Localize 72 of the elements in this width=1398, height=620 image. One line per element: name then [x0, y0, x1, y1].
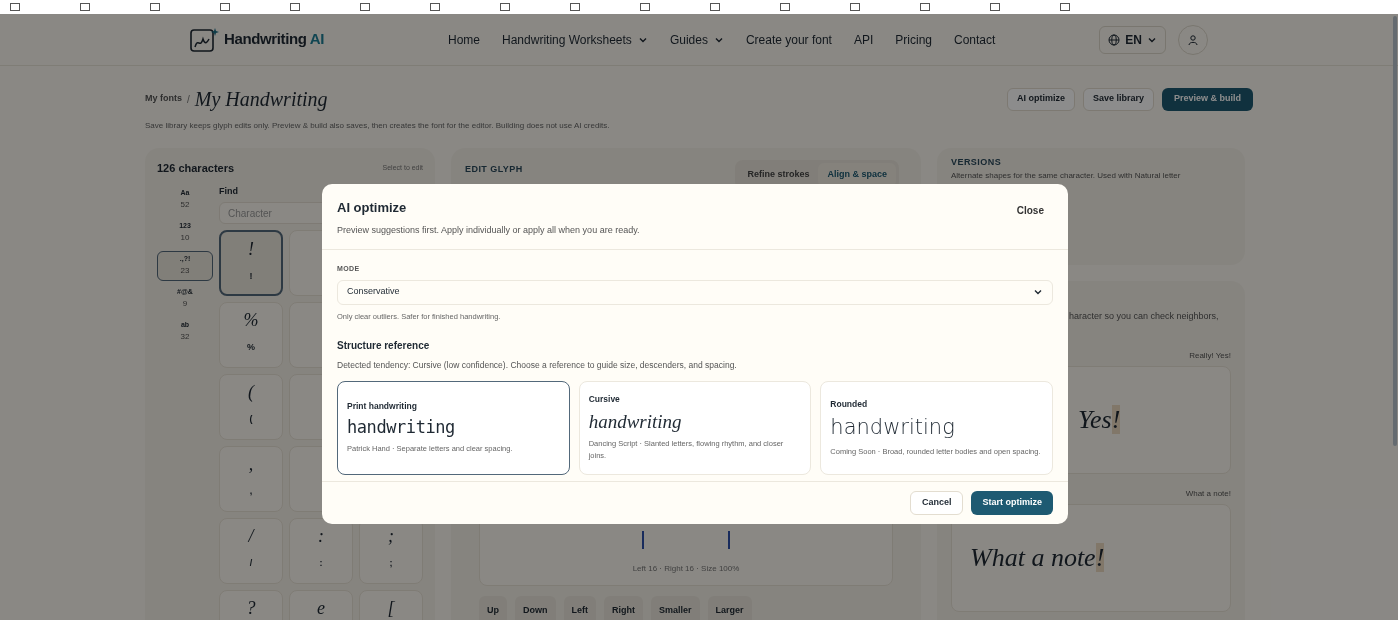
logo-icon	[190, 26, 220, 53]
folder-icon[interactable]	[80, 3, 90, 11]
user-icon	[1187, 33, 1199, 46]
structure-title: Structure reference	[337, 338, 431, 353]
mode-tab[interactable]: Refine strokes	[738, 163, 819, 187]
nudge-button[interactable]: Larger	[707, 596, 752, 620]
versions-description: Alternate shapes for the same character. Used with Natural letter	[951, 170, 1182, 181]
nav-link[interactable]: Create your font	[745, 30, 832, 49]
folder-icon[interactable]	[570, 3, 580, 11]
folder-icon[interactable]	[10, 3, 20, 11]
character-tile[interactable]: ! !	[219, 230, 283, 296]
mode-tab[interactable]: Align & space	[818, 163, 896, 187]
folder-icon[interactable]	[710, 3, 720, 11]
close-button[interactable]: Close	[1016, 203, 1044, 218]
folder-icon[interactable]	[290, 3, 300, 11]
character-tile[interactable]: ?	[219, 590, 283, 620]
nav-link[interactable]: API	[853, 30, 874, 49]
toolbar-button[interactable]: AI optimize	[1006, 87, 1075, 111]
section-label: EDIT GLYPH	[465, 163, 523, 176]
folder-icon[interactable]	[920, 3, 930, 11]
mode-select[interactable]: Conservative	[337, 279, 1053, 305]
character-tile[interactable]: % %	[219, 302, 283, 368]
chevron-down-icon	[1033, 287, 1043, 297]
character-tile[interactable]: ( (	[219, 374, 283, 440]
nav-link[interactable]: Pricing	[895, 30, 932, 49]
nudge-button[interactable]: Smaller	[651, 596, 700, 620]
nav-link[interactable]: Handwriting Worksheets	[502, 30, 648, 49]
section-label: VERSIONS	[951, 156, 1003, 169]
toolbar-note: Save library keeps glyph edits only. Preview & build also saves, then creates the font for the editor. Building does not use AI credits.	[145, 120, 611, 132]
folder-icon[interactable]	[780, 3, 790, 11]
cancel-button[interactable]: Cancel	[909, 491, 964, 515]
nav-link[interactable]: Home	[448, 30, 481, 49]
sample-caption: What a note!	[1185, 487, 1231, 500]
nudge-button[interactable]: Up	[479, 596, 507, 620]
character-tile[interactable]: : :	[289, 518, 353, 584]
logo-text[interactable]: Handwriting AI	[224, 28, 325, 51]
dialog-subtitle: Preview suggestions first. Apply individually or apply all when you are ready.	[337, 223, 640, 237]
folder-icon[interactable]	[640, 3, 650, 11]
folder-icon[interactable]	[500, 3, 510, 11]
character-tile[interactable]: e	[289, 590, 353, 620]
globe-icon	[1108, 33, 1121, 46]
scrollbar-thumb[interactable]	[1393, 16, 1397, 446]
character-tile[interactable]: , ,	[219, 446, 283, 512]
folder-icon[interactable]	[850, 3, 860, 11]
language-button[interactable]: EN	[1099, 25, 1166, 54]
folder-icon[interactable]	[1060, 3, 1070, 11]
glyph-metrics: Left 16 · Right 16 · Size 100%	[632, 563, 740, 575]
folder-icon[interactable]	[360, 3, 370, 11]
nudge-button[interactable]: Down	[515, 596, 556, 620]
folder-icon[interactable]	[990, 3, 1000, 11]
folder-icon[interactable]	[220, 3, 230, 11]
nav-link[interactable]: Contact	[954, 30, 996, 49]
breadcrumb-separator: /	[187, 92, 190, 107]
preview-description: haracter so you can check neighbors,	[1068, 310, 1220, 323]
character-tile[interactable]: [	[359, 590, 423, 620]
right-bearing-line	[728, 531, 730, 549]
find-label: Find	[219, 184, 239, 198]
nudge-button[interactable]: Left	[563, 596, 596, 620]
font-title: My Handwriting	[194, 87, 328, 113]
structure-description: Detected tendency: Cursive (low confidence). Choose a reference to guide size, descenders, and spacing.	[337, 358, 738, 372]
dialog-title: AI optimize	[337, 199, 408, 217]
sample-caption: Really! Yes!	[1189, 349, 1231, 362]
toolbar-button[interactable]: Preview & build	[1161, 87, 1253, 111]
character-tile[interactable]: / /	[219, 518, 283, 584]
nav-link[interactable]: Guides	[669, 30, 724, 49]
folder-icon[interactable]	[430, 3, 440, 11]
toolbar-button[interactable]: Save library	[1082, 87, 1154, 111]
left-bearing-line	[642, 531, 644, 549]
folder-icon[interactable]	[150, 3, 160, 11]
panel-title: 126 characters	[157, 161, 235, 176]
nudge-button[interactable]: Right	[604, 596, 643, 620]
breadcrumb-link[interactable]: My fonts	[145, 92, 182, 106]
